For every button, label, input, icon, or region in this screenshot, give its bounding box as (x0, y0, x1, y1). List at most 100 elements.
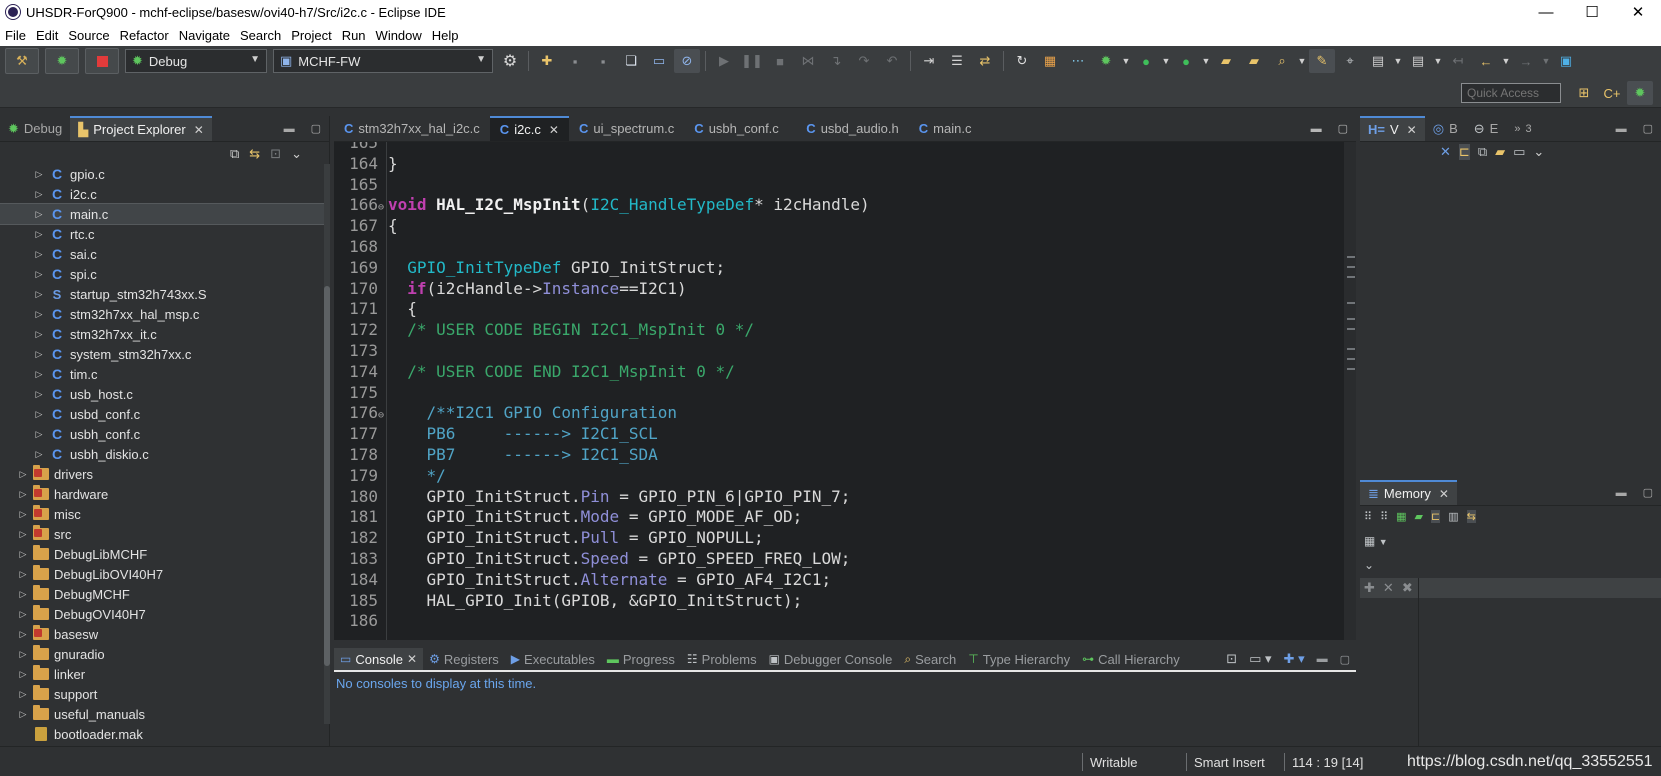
expand-arrow-icon[interactable]: ▷ (34, 329, 44, 340)
hex-format-icon[interactable]: ⠿ (1364, 510, 1372, 523)
tree-item[interactable]: ▷ support (0, 684, 324, 704)
menu-source[interactable]: Source (63, 28, 114, 43)
tab-console[interactable]: ▭ Console ✕ (334, 648, 424, 670)
expand-arrow-icon[interactable]: ▷ (34, 349, 44, 360)
export-icon[interactable]: ▰ (1415, 510, 1423, 523)
tree-item[interactable]: ▷ Cusbh_conf.c (0, 424, 324, 444)
tab-breakpoints[interactable]: ◎ B (1425, 116, 1466, 141)
external-tools-icon[interactable]: ● (1173, 49, 1199, 73)
build-hammer-icon[interactable]: ⚒ (5, 48, 39, 74)
minimize-view-icon[interactable]: ▬ (1608, 116, 1635, 141)
expand-arrow-icon[interactable]: ▷ (34, 389, 44, 400)
launch-mode-select[interactable]: ✹ Debug ▼ (125, 49, 267, 73)
expand-arrow-icon[interactable]: ▷ (18, 689, 28, 700)
expand-arrow-icon[interactable]: ▷ (18, 489, 28, 500)
tree-item[interactable]: ▷ DebugLibMCHF (0, 544, 324, 564)
tree-item[interactable]: ▷ Cstm32h7xx_hal_msp.c (0, 304, 324, 324)
save-icon[interactable]: ▪ (562, 49, 588, 73)
chevron-down-icon[interactable]: ▼ (1393, 49, 1403, 73)
new-icon[interactable]: ✚ (534, 49, 560, 73)
close-tab-icon[interactable]: ✕ (407, 652, 417, 666)
disconnect-icon[interactable]: ⋈ (795, 49, 821, 73)
tree-item[interactable]: ▷ misc (0, 504, 324, 524)
expand-arrow-icon[interactable]: ▷ (34, 189, 44, 200)
chevron-down-icon[interactable]: ▼ (1297, 49, 1307, 73)
tree-item[interactable]: ▷ Ci2c.c (0, 184, 324, 204)
expand-arrow-icon[interactable]: ▷ (34, 249, 44, 260)
show-logical-structure-icon[interactable]: ⊏ (1458, 144, 1470, 160)
add-global-icon[interactable]: ▰ (1495, 144, 1505, 160)
annotation-icon[interactable]: ▤ (1365, 49, 1391, 73)
expand-arrow-icon[interactable]: ▷ (18, 709, 28, 720)
collapse-all-icon[interactable]: ⧉ (230, 146, 239, 162)
menu-file[interactable]: File (0, 28, 31, 43)
expand-arrow-icon[interactable]: ▷ (18, 529, 28, 540)
prev-annotation-icon[interactable]: ▤ (1405, 49, 1431, 73)
code-area[interactable]: 165 164 } 165 166⊖ void HAL_I2C_MspInit(I2… (334, 142, 1342, 640)
tab-progress[interactable]: ▬ Progress (601, 648, 681, 670)
remove-global-icon[interactable]: ▭ (1513, 144, 1525, 160)
close-tab-icon[interactable]: ✕ (194, 123, 204, 137)
tree-item[interactable]: ▷ src (0, 524, 324, 544)
shuffle-icon[interactable]: ⇄ (972, 49, 998, 73)
expand-arrow-icon[interactable]: ▷ (34, 429, 44, 440)
columns-icon[interactable]: ▥ (1448, 510, 1458, 523)
expand-arrow-icon[interactable]: ▷ (18, 509, 28, 520)
menu-project[interactable]: Project (286, 28, 336, 43)
minimize-view-icon[interactable]: ▬ (1311, 648, 1334, 670)
expand-arrow-icon[interactable]: ▷ (18, 609, 28, 620)
tree-item[interactable]: ▷ hardware (0, 484, 324, 504)
maximize-view-icon[interactable]: ▢ (1635, 116, 1661, 141)
tree-item[interactable]: bootloader.mak (0, 724, 324, 744)
suspend-icon[interactable]: ❚❚ (739, 49, 765, 73)
tree-item[interactable]: ▷ Sstartup_stm32h743xx.S (0, 284, 324, 304)
open-folder-icon[interactable]: ▰ (1213, 49, 1239, 73)
new-tab-icon[interactable]: ▦ (1396, 510, 1406, 523)
minimize-button[interactable]: — (1523, 0, 1569, 24)
tree-item[interactable]: ▷ Cusb_host.c (0, 384, 324, 404)
focus-icon[interactable]: ⌖ (1337, 49, 1363, 73)
tree-item[interactable]: ▷ Cmain.c (0, 203, 325, 225)
maximize-view-icon[interactable]: ▢ (1635, 480, 1661, 505)
tab-variables[interactable]: H= V ✕ (1360, 116, 1425, 141)
expand-arrow-icon[interactable]: ▷ (18, 569, 28, 580)
pin-editor-icon[interactable]: ▣ (1553, 49, 1579, 73)
expand-arrow-icon[interactable]: ▷ (34, 409, 44, 420)
editor-tab[interactable]: Cui_spectrum.c (569, 116, 684, 141)
tab-memory[interactable]: ≣ Memory ✕ (1360, 480, 1457, 505)
tree-item[interactable]: ▷ linker (0, 664, 324, 684)
tree-item[interactable]: ▷ DebugOVI40H7 (0, 604, 324, 624)
expand-arrow-icon[interactable]: ▷ (34, 289, 44, 300)
debug-launch-icon[interactable]: ✹ (1093, 49, 1119, 73)
open-console-icon[interactable]: ✚ ▾ (1278, 648, 1311, 670)
tree-item[interactable]: ▷ DebugMCHF (0, 584, 324, 604)
menu-help[interactable]: Help (427, 28, 464, 43)
tree-item[interactable]: ▷ Csai.c (0, 244, 324, 264)
expand-arrow-icon[interactable]: ▷ (34, 369, 44, 380)
expand-arrow-icon[interactable]: ▷ (34, 209, 44, 220)
chevron-down-icon[interactable]: ▼ (1433, 49, 1443, 73)
tab-project-explorer[interactable]: ▙ Project Explorer ✕ (70, 116, 212, 141)
last-edit-icon[interactable]: ↤ (1445, 49, 1471, 73)
expand-arrow-icon[interactable]: ▷ (18, 629, 28, 640)
tree-item[interactable]: ▷ Cgpio.c (0, 164, 324, 184)
search-icon[interactable]: ⌕ (1269, 49, 1295, 73)
menu-refactor[interactable]: Refactor (115, 28, 174, 43)
expand-arrow-icon[interactable]: ▷ (34, 449, 44, 460)
refresh-icon[interactable]: ↻ (1009, 49, 1035, 73)
menu-edit[interactable]: Edit (31, 28, 63, 43)
tab-executables[interactable]: ▶ Executables (505, 648, 601, 670)
stop-icon[interactable] (85, 48, 119, 74)
expand-arrow-icon[interactable]: ▷ (34, 269, 44, 280)
binary-format-icon[interactable]: ⠿ (1380, 510, 1388, 523)
close-tab-icon[interactable]: ✕ (1439, 487, 1449, 501)
tree-item[interactable]: ▷ Cstm32h7xx_it.c (0, 324, 324, 344)
screen-icon[interactable]: ▭ (646, 49, 672, 73)
expand-arrow-icon[interactable]: ▷ (18, 649, 28, 660)
overview-ruler[interactable] (1344, 142, 1356, 640)
debug-perspective-icon[interactable]: ✹ (1627, 81, 1653, 105)
show-type-names-icon[interactable]: ✕ (1440, 144, 1451, 160)
step-return-icon[interactable]: ↶ (879, 49, 905, 73)
filter-icon[interactable]: ⊡ (270, 146, 281, 162)
list-icon[interactable]: ☰ (944, 49, 970, 73)
